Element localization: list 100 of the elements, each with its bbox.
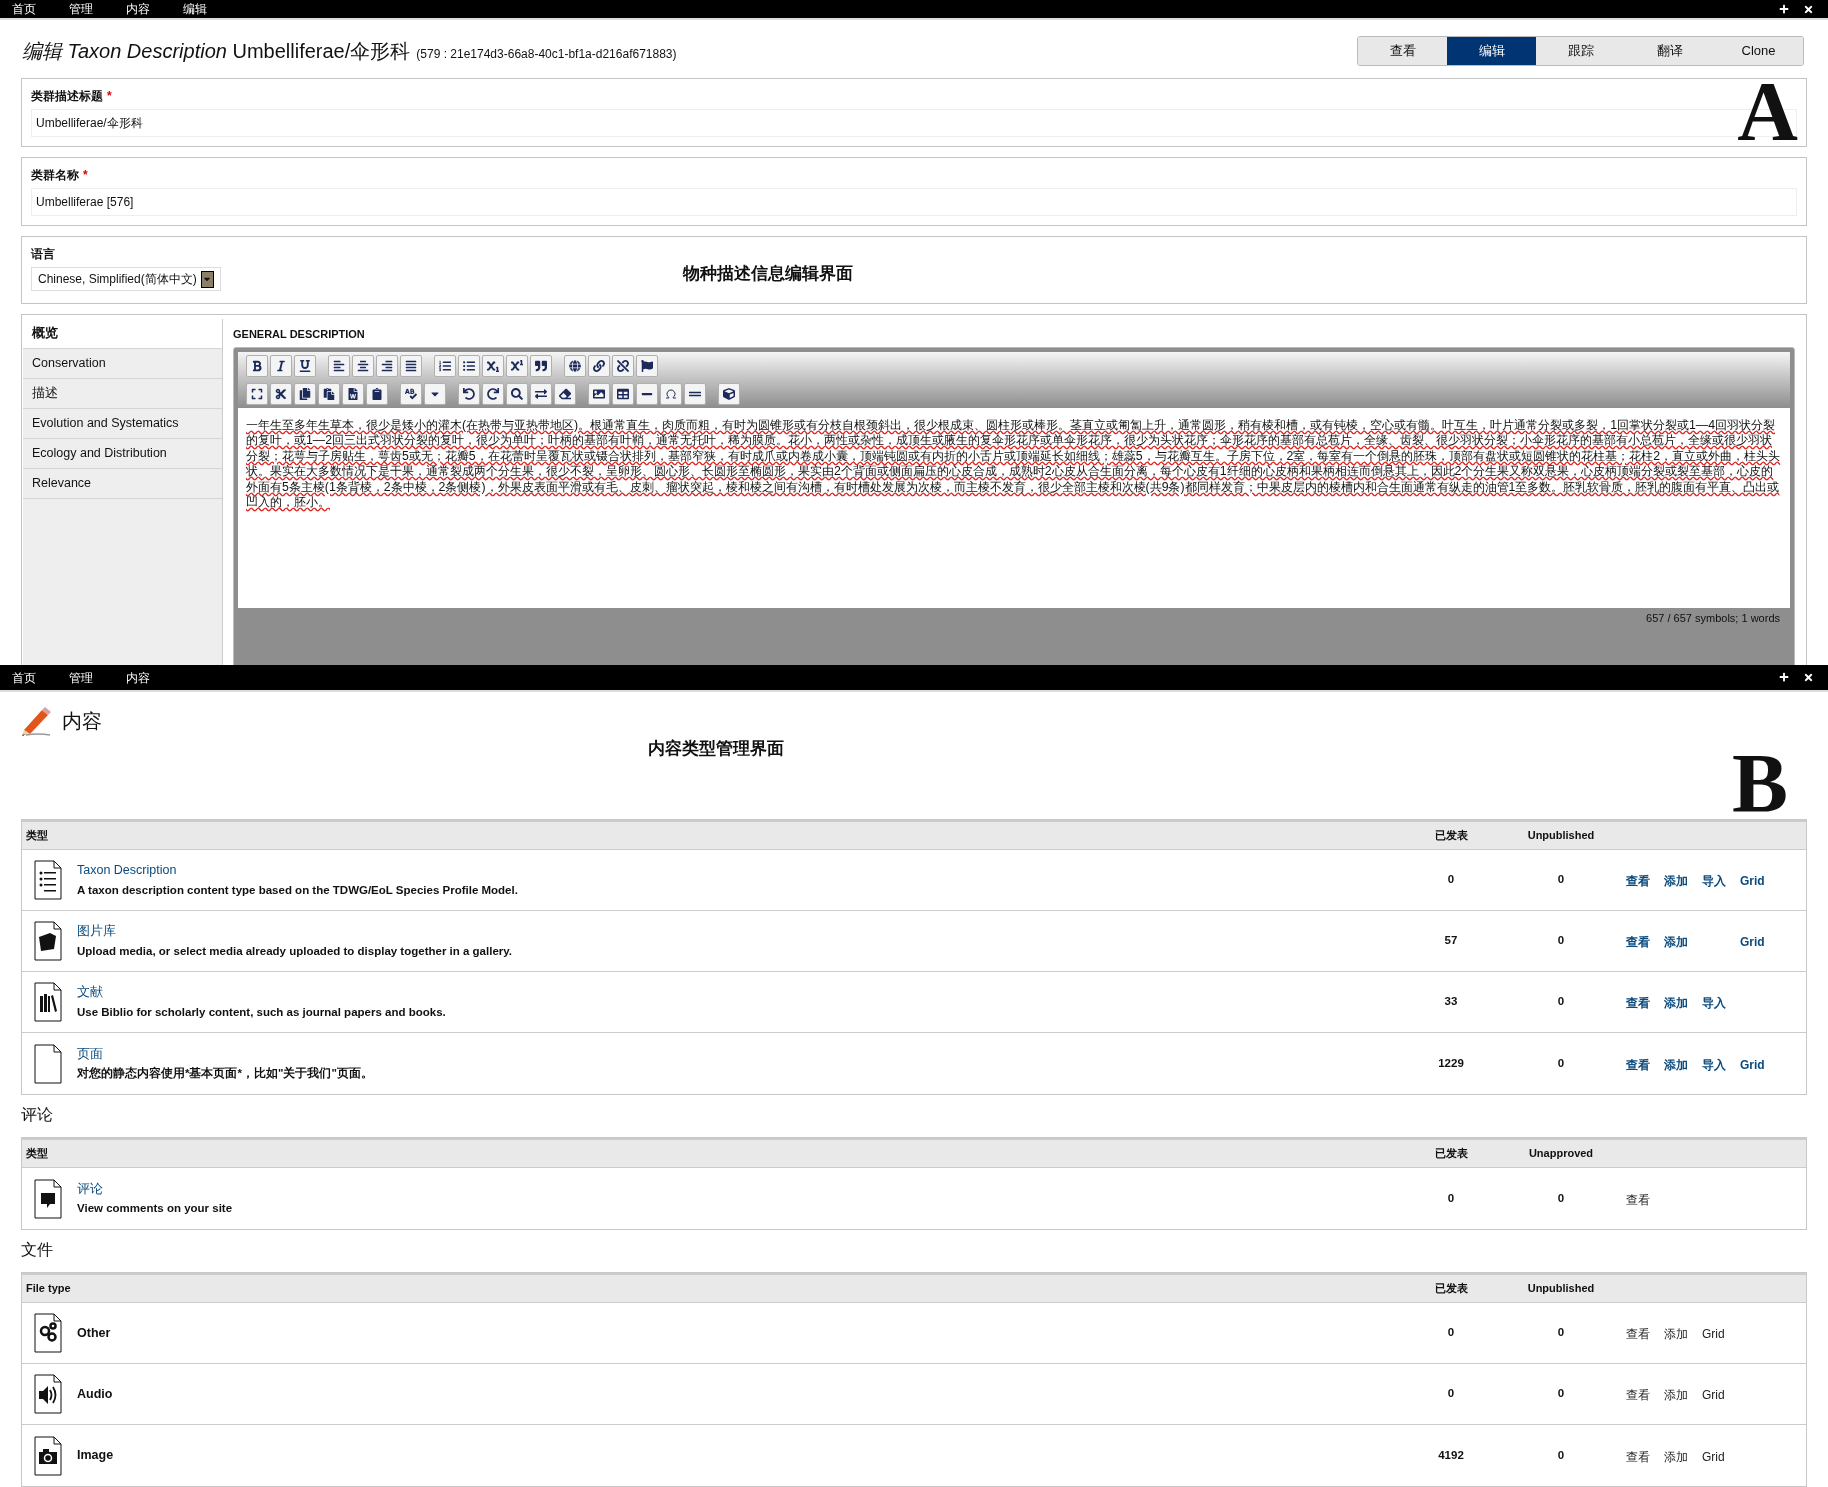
- cut-button[interactable]: [270, 382, 292, 405]
- unlink-button[interactable]: [612, 354, 634, 377]
- text-field[interactable]: Umbelliferae [576]: [31, 188, 1797, 216]
- action-link[interactable]: 查看: [1626, 1057, 1650, 1072]
- menu-link[interactable]: 管理: [69, 668, 93, 687]
- sidebar-item[interactable]: 概览: [23, 319, 222, 349]
- align-center-icon: [357, 359, 369, 372]
- redo-button[interactable]: [482, 382, 504, 405]
- action-link[interactable]: 添加: [1664, 1449, 1688, 1464]
- content-type-link[interactable]: 图片库: [77, 922, 116, 941]
- spellcheck-button[interactable]: [400, 382, 422, 405]
- menu-link[interactable]: 内容: [126, 668, 150, 687]
- blockquote-icon: [535, 359, 547, 372]
- blockquote-button[interactable]: [530, 354, 552, 377]
- content-type-link[interactable]: Audio: [77, 1384, 113, 1404]
- column-header: 已发表: [1434, 1281, 1468, 1297]
- action-link[interactable]: Grid: [1702, 1388, 1725, 1402]
- menu-link[interactable]: 内容: [126, 0, 150, 18]
- find-button[interactable]: [506, 382, 528, 405]
- action-link[interactable]: 查看: [1626, 874, 1650, 888]
- page-break-button[interactable]: [684, 382, 706, 405]
- add-icon[interactable]: [1779, 672, 1789, 683]
- align-left-button[interactable]: [328, 354, 350, 377]
- action-link[interactable]: 查看: [1626, 1449, 1650, 1464]
- action-link[interactable]: Grid: [1740, 935, 1765, 949]
- published-count: 0: [1447, 1190, 1455, 1206]
- list-document-icon: [34, 860, 62, 900]
- content-type-link[interactable]: 评论: [77, 1179, 103, 1199]
- close-icon[interactable]: [1803, 3, 1814, 15]
- action-link[interactable]: Grid: [1740, 874, 1765, 888]
- action-link[interactable]: 导入: [1702, 1057, 1726, 1072]
- globe-icon: [569, 359, 581, 372]
- table-button[interactable]: [612, 382, 634, 405]
- justify-button[interactable]: [400, 354, 422, 377]
- action-link[interactable]: Grid: [1740, 1057, 1765, 1072]
- paste-button[interactable]: [318, 382, 340, 405]
- published-count: 57: [1444, 933, 1458, 949]
- column-header: Unpublished: [1527, 828, 1595, 844]
- link-button[interactable]: [588, 354, 610, 377]
- action-link[interactable]: 添加: [1664, 996, 1688, 1010]
- content-type-link[interactable]: Other: [77, 1323, 111, 1343]
- action-link[interactable]: 添加: [1664, 935, 1688, 949]
- replace-button[interactable]: [530, 382, 552, 405]
- action-link[interactable]: 导入: [1702, 996, 1726, 1010]
- unlink-icon: [617, 359, 629, 372]
- close-icon[interactable]: [1803, 672, 1814, 684]
- language-select[interactable]: Chinese, Simplified(简体中文): [31, 267, 221, 291]
- spellcheck-menu-button[interactable]: [424, 382, 446, 405]
- action-link[interactable]: 查看: [1626, 1327, 1650, 1341]
- image-button[interactable]: [588, 382, 610, 405]
- superscript-button[interactable]: [506, 354, 528, 377]
- menu-link[interactable]: 首页: [12, 0, 36, 18]
- paste-text-button[interactable]: [366, 382, 388, 405]
- menu-link[interactable]: 编辑: [183, 0, 207, 18]
- action-link[interactable]: 查看: [1626, 1388, 1650, 1402]
- bold-button[interactable]: [246, 354, 268, 377]
- special-character-button[interactable]: [660, 382, 682, 405]
- tab[interactable]: 编辑: [1447, 37, 1536, 65]
- align-center-button[interactable]: [352, 354, 374, 377]
- globe-button[interactable]: [564, 354, 586, 377]
- copy-button[interactable]: [294, 382, 316, 405]
- anchor-flag-button[interactable]: [636, 354, 658, 377]
- required-mark: *: [107, 88, 112, 105]
- undo-button[interactable]: [458, 382, 480, 405]
- italic-button[interactable]: [270, 354, 292, 377]
- iframe-button[interactable]: [718, 382, 740, 405]
- action-link[interactable]: 添加: [1664, 1327, 1688, 1341]
- align-right-button[interactable]: [376, 354, 398, 377]
- underline-button[interactable]: [294, 354, 316, 377]
- action-link[interactable]: 查看: [1626, 935, 1650, 949]
- action-link[interactable]: 添加: [1664, 874, 1688, 888]
- action-link[interactable]: Grid: [1702, 1449, 1725, 1464]
- content-type-link[interactable]: Taxon Description: [77, 861, 177, 880]
- menu-link[interactable]: 首页: [12, 668, 36, 687]
- section-heading: 评论: [21, 1105, 54, 1125]
- pending-count: 0: [1557, 933, 1565, 949]
- rich-text-editor[interactable]: 一年生至多年生草本，很少是矮小的灌木(在热带与亚热带地区)。根通常直生，肉质而粗，有时为圆锥形或有分枝自根颈斜出，很少根成束、圆柱形或棒形。茎直立或匍匐上升，通常圆形，稍有棱和槽，或有钝棱，空心或有髓。叶互生，叶片通常分裂或多裂，1回掌状分裂或1—4回羽状分裂的复叶，或1—2回三出式羽状分裂的复叶，很少为单叶；叶柄的基部有叶鞘，通常无托叶，稀为膜质。花小，两性或杂性，成顶生或腋生的复伞形花序或单伞形花序，很少为头状花序；伞形花序的基部有总苞片，全缘、齿裂、很少羽状分裂；小伞形花序的基部有小总苞片，全缘或很少羽状分裂；花萼与子房贴生，萼齿5或无；花瓣5，在花蕾时呈覆瓦状或镊合状排列，基部窄狭，有时成爪或内卷成小囊，顶端钝圆或有内折的小舌片或顶端延长如细线；雄蕊5，与花瓣互生。子房下位，2室，每室有一个倒悬的胚珠，顶部有盘状或短圆锥状的花柱基；花柱2，直立或外曲，柱头头状。果实在大多数情况下是干果，通常裂成两个分生果，很少不裂，呈卵形、圆心形、长圆形至椭圆形，果实由2个背面或侧面扁压的心皮合成，成熟时2心皮从合生面分离，每个心皮有1纤细的心皮柄和果柄相连而倒悬其上，因此2个分生果又称双悬果，心皮柄顶端分裂或裂至基部，心皮的外面有5条主棱(1条背棱，2条中棱，2条侧棱)，外果皮表面平滑或有毛、皮刺、瘤状突起，棱和棱之间有沟槽，有时槽处发展为次棱，而主棱不发育，很少全部主棱和次棱(共9条)都同样发育；中果皮层内的棱槽内和合生面通常有纵走的油管1至多数。胚乳软骨质，胚乳的腹面有平直、凸出或凹入的，胚小。: [238, 407, 1790, 608]
- action-link[interactable]: 添加: [1664, 1057, 1688, 1072]
- add-icon[interactable]: [1779, 3, 1789, 14]
- remove-format-button[interactable]: [554, 382, 576, 405]
- content-type-link[interactable]: 文献: [77, 983, 103, 1002]
- action-link[interactable]: 导入: [1702, 874, 1726, 888]
- content-type-link[interactable]: 页面: [77, 1044, 103, 1064]
- page-heading: 内容: [62, 709, 102, 735]
- bullet-list-button[interactable]: [458, 354, 480, 377]
- special-character-icon: [665, 387, 677, 400]
- numbered-list-button[interactable]: [434, 354, 456, 377]
- subscript-icon: [487, 359, 499, 372]
- action-link[interactable]: 查看: [1626, 996, 1650, 1010]
- content-type-link[interactable]: Image: [77, 1446, 114, 1465]
- menu-link[interactable]: 管理: [69, 0, 93, 18]
- maximize-button[interactable]: [246, 382, 268, 405]
- action-link[interactable]: 查看: [1626, 1192, 1650, 1207]
- subscript-button[interactable]: [482, 354, 504, 377]
- horizontal-rule-button[interactable]: [636, 382, 658, 405]
- action-link[interactable]: 添加: [1664, 1388, 1688, 1402]
- page-title: 编辑 Taxon Description Umbelliferae/伞形科: [22, 39, 411, 64]
- camera-document-icon: [34, 1435, 62, 1476]
- action-link[interactable]: Grid: [1702, 1327, 1725, 1341]
- paste-word-button[interactable]: [342, 382, 364, 405]
